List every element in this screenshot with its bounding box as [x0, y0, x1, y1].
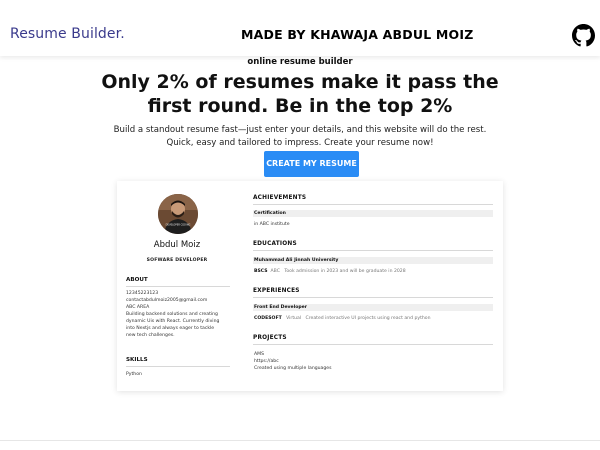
hero-subtitle: online resume builder [247, 57, 353, 67]
achievements-heading: ACHIEVEMENTS [253, 195, 307, 201]
avatar: DEVELOPER CODING [158, 194, 198, 234]
education-school-bar: Muhammad Ali Jinnah University [253, 257, 493, 264]
education-note: Took admission in 2023 and will be gradu… [284, 269, 406, 274]
about-heading: ABOUT [126, 277, 148, 283]
phone-text: 12345223123 [126, 291, 159, 296]
made-by-heading: MADE BY KHAWAJA ABDUL MOIZ [241, 27, 474, 42]
projects-heading: PROJECTS [253, 335, 287, 341]
brand-logo[interactable]: Resume Builder. [10, 26, 125, 42]
achievements-divider [253, 204, 493, 205]
create-resume-button[interactable]: CREATE MY RESUME [264, 151, 359, 177]
education-degree: BSCS [254, 269, 268, 274]
bio-line: into Nextjs and always eager to tackle [126, 326, 215, 331]
achievement-title-bar: Certification [253, 210, 493, 217]
hero-description: Build a standout resume fast—just enter … [113, 125, 487, 148]
experience-mode: Virtual [286, 316, 302, 321]
navbar: Resume Builder. MADE BY KHAWAJA ABDUL MO… [0, 0, 600, 56]
bio-line: new tech challenges. [126, 333, 175, 338]
education-school: Muhammad Ali Jinnah University [254, 258, 339, 263]
skills-heading: SKILLS [126, 357, 148, 363]
achievement-title: Certification [254, 211, 286, 216]
brand-dot: . [120, 26, 125, 42]
education-org: ABC [270, 269, 280, 274]
about-divider [126, 286, 230, 287]
resume-name: Abdul Moiz [153, 240, 201, 250]
footer-divider [0, 440, 600, 441]
experience-company: CODESOFT [254, 316, 282, 321]
projects-divider [253, 344, 493, 345]
avatar-shirt-text: DEVELOPER CODING [166, 224, 191, 227]
resume-role: SOFWARE DEVELOPER [146, 258, 208, 263]
experience-title: Front End Developer [254, 305, 308, 310]
experience-details: CODESOFT Virtual Created interactive UI … [254, 316, 431, 323]
brand-name: Resume Builder [10, 26, 121, 42]
email-text: contactabdulmoiz2005@gmail.com [126, 298, 208, 303]
bio-line: Building backend solutions and creating [126, 312, 218, 317]
project-link[interactable]: https://abc [254, 359, 279, 366]
achievement-detail: in ABC institute [254, 222, 290, 227]
experiences-divider [253, 297, 493, 298]
skill-item: Python [126, 372, 142, 377]
project-note: Created using multiple languages [254, 366, 332, 371]
bio-line: dynamic Uis with React. Currently diving [126, 319, 220, 324]
github-icon[interactable] [572, 24, 595, 47]
address-text: ABC AREA [126, 305, 150, 310]
skills-divider [126, 366, 230, 367]
education-details: BSCS ABC Took admission in 2023 and will… [254, 269, 406, 276]
experiences-heading: EXPERIENCES [253, 288, 300, 294]
avatar-photo: DEVELOPER CODING [158, 194, 198, 234]
project-name: AMS [254, 352, 265, 357]
experience-note: Created interactive UI projects using re… [305, 316, 431, 321]
educations-divider [253, 250, 493, 251]
educations-heading: EDUCATIONS [253, 241, 297, 247]
experience-title-bar: Front End Developer [253, 304, 493, 311]
hero-title: Only 2% of resumes make it pass the firs… [101, 71, 499, 117]
